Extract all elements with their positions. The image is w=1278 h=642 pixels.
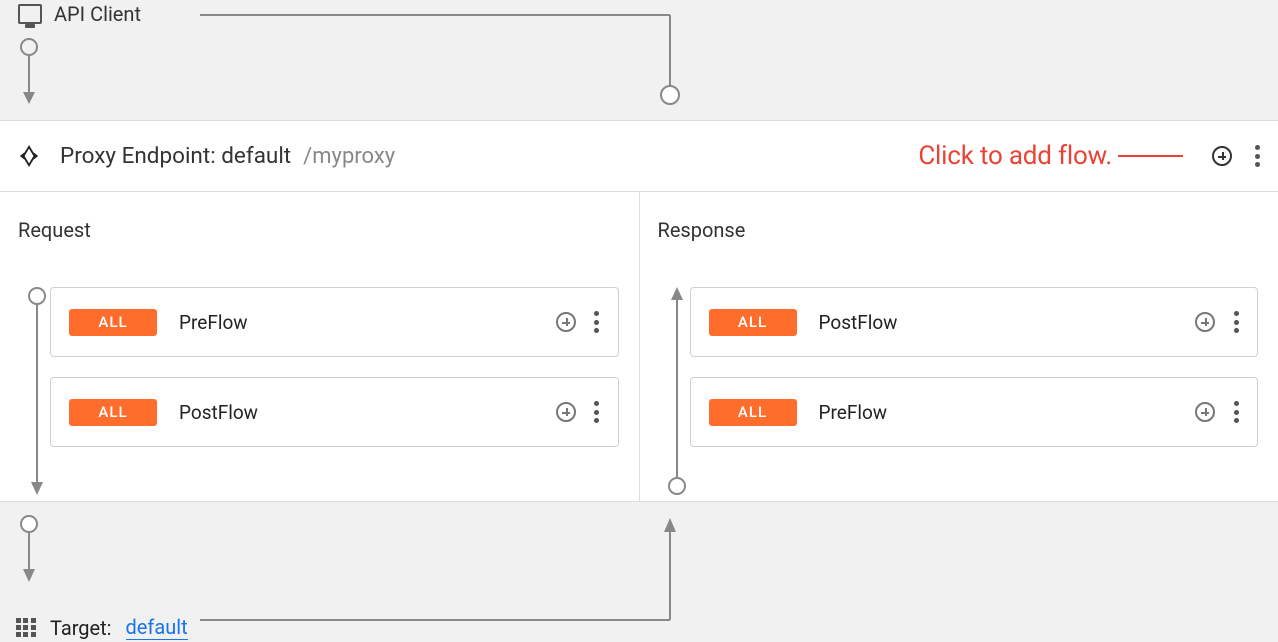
- endpoint-menu-button[interactable]: [1254, 145, 1260, 167]
- request-title: Request: [18, 218, 619, 242]
- add-step-button[interactable]: [1195, 312, 1215, 332]
- endpoint-icon: [18, 145, 40, 167]
- flow-card-response-1[interactable]: ALL PreFlow: [690, 377, 1259, 447]
- api-client-label: API Client: [18, 2, 141, 26]
- request-column: Request ALL PreFlow ALL: [0, 192, 639, 501]
- proxy-endpoint-header: Proxy Endpoint: default /myproxy Click t…: [0, 120, 1278, 192]
- target-prefix: Target:: [50, 616, 112, 640]
- response-column: Response ALL PostFlow ALL PreFlow: [639, 192, 1278, 501]
- target-icon: [16, 618, 36, 638]
- request-flow-arrow: [28, 287, 46, 497]
- flow-card-response-0[interactable]: ALL PostFlow: [690, 287, 1259, 357]
- flow-menu-button[interactable]: [1233, 311, 1239, 333]
- flow-menu-button[interactable]: [594, 401, 600, 423]
- flow-badge: ALL: [709, 399, 797, 426]
- flow-card-request-0[interactable]: ALL PreFlow: [50, 287, 619, 357]
- bottom-connector-lines: [0, 502, 1278, 642]
- flow-badge: ALL: [709, 309, 797, 336]
- endpoint-title: Proxy Endpoint: default: [60, 143, 291, 169]
- response-flow-arrow: [668, 287, 686, 497]
- flow-name: PostFlow: [179, 401, 534, 424]
- endpoint-path: /myproxy: [303, 144, 395, 169]
- add-flow-annotation: Click to add flow.: [918, 141, 1183, 171]
- flow-name: PostFlow: [819, 311, 1174, 334]
- flow-card-request-1[interactable]: ALL PostFlow: [50, 377, 619, 447]
- add-step-button[interactable]: [556, 312, 576, 332]
- flow-menu-button[interactable]: [594, 311, 600, 333]
- flow-name: PreFlow: [819, 401, 1174, 424]
- response-title: Response: [658, 218, 1259, 242]
- target-row: Target: default: [0, 502, 1278, 642]
- flow-name: PreFlow: [179, 311, 534, 334]
- add-step-button[interactable]: [556, 402, 576, 422]
- flow-badge: ALL: [69, 399, 157, 426]
- api-client-text: API Client: [54, 2, 141, 26]
- add-flow-button[interactable]: [1212, 146, 1232, 166]
- api-client-row: API Client: [0, 0, 1278, 120]
- target-link[interactable]: default: [126, 615, 188, 640]
- add-step-button[interactable]: [1195, 402, 1215, 422]
- flow-menu-button[interactable]: [1233, 401, 1239, 423]
- target-label: Target: default: [16, 615, 188, 640]
- flow-badge: ALL: [69, 309, 157, 336]
- flows-panel: Request ALL PreFlow ALL: [0, 192, 1278, 502]
- monitor-icon: [18, 4, 42, 24]
- top-connector-lines: [0, 0, 1278, 120]
